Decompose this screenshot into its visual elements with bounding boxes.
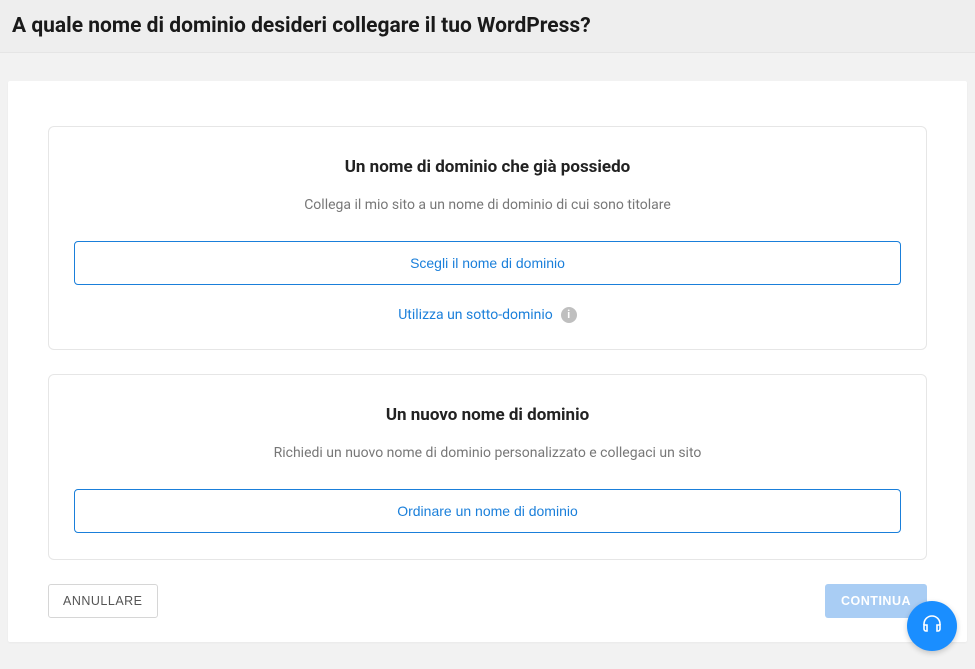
support-fab[interactable] [907, 601, 957, 651]
choose-domain-button[interactable]: Scegli il nome di dominio [74, 241, 901, 285]
page-header: A quale nome di dominio desideri collega… [0, 0, 975, 53]
new-domain-desc: Richiedi un nuovo nome di dominio person… [74, 445, 901, 461]
info-icon: i [561, 307, 577, 323]
existing-domain-title: Un nome di dominio che già possiedo [74, 157, 901, 177]
headset-icon [920, 612, 944, 640]
new-domain-title: Un nuovo nome di dominio [74, 405, 901, 425]
main-panel: Un nome di dominio che già possiedo Coll… [8, 81, 967, 642]
page-title: A quale nome di dominio desideri collega… [12, 14, 963, 38]
order-domain-button[interactable]: Ordinare un nome di dominio [74, 489, 901, 533]
subdomain-row: Utilizza un sotto-dominio i [74, 307, 901, 323]
existing-domain-desc: Collega il mio sito a un nome di dominio… [74, 197, 901, 213]
new-domain-card: Un nuovo nome di dominio Richiedi un nuo… [48, 374, 927, 560]
cancel-button[interactable]: ANNULLARE [48, 584, 158, 618]
footer-row: ANNULLARE CONTINUA [48, 584, 927, 618]
use-subdomain-link[interactable]: Utilizza un sotto-dominio [398, 307, 553, 323]
existing-domain-card: Un nome di dominio che già possiedo Coll… [48, 126, 927, 350]
